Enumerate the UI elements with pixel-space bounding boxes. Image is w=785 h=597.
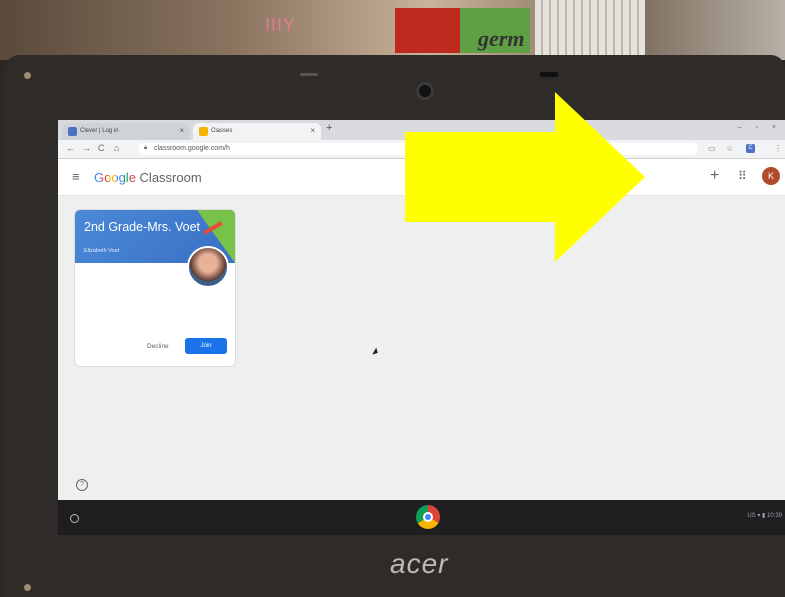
classroom-logo[interactable]: Google Classroom — [94, 170, 202, 185]
background-papers — [535, 0, 645, 55]
hamburger-menu-icon[interactable]: ≡ — [72, 169, 80, 184]
lock-icon: 🔒︎ — [144, 145, 148, 151]
launcher-icon[interactable] — [70, 514, 79, 523]
new-tab-button[interactable]: + — [326, 122, 332, 134]
back-icon[interactable]: ← — [66, 143, 75, 153]
bookmark-star-icon[interactable]: ☆ — [726, 144, 735, 153]
google-apps-icon[interactable]: ⠿ — [738, 169, 747, 183]
more-options-icon[interactable]: ⋮ — [774, 144, 783, 153]
classroom-icon — [199, 127, 208, 136]
cast-icon[interactable]: ▭ — [708, 144, 717, 153]
chromeos-shelf: US ▾ ▮ 10:39 — [58, 500, 785, 535]
yellow-arrow-annotation — [405, 92, 645, 262]
home-icon[interactable]: ⌂ — [114, 143, 119, 153]
brand-google: Google — [94, 170, 136, 185]
decline-button[interactable]: Decline — [147, 343, 169, 350]
account-avatar[interactable]: K — [762, 167, 780, 185]
tab-classes[interactable]: Classes × — [193, 123, 321, 140]
close-icon[interactable]: × — [179, 126, 184, 135]
close-icon[interactable]: × — [310, 126, 315, 135]
clever-icon — [68, 127, 77, 136]
teacher-name: Elizabeth Voet — [84, 248, 120, 254]
bezel-mark — [300, 73, 318, 76]
bezel-screw — [24, 584, 31, 591]
chrome-icon-center — [423, 512, 433, 522]
reload-icon[interactable]: C — [98, 143, 105, 153]
chrome-icon[interactable] — [416, 505, 440, 529]
bezel-screw — [24, 72, 31, 79]
tab-clever[interactable]: Clever | Log in × — [62, 123, 190, 140]
yellow-arrow-shape — [405, 92, 645, 262]
mouse-cursor — [372, 347, 380, 357]
background-wall — [0, 0, 785, 60]
join-button[interactable]: Join — [185, 338, 227, 354]
teacher-avatar — [187, 246, 229, 288]
help-icon[interactable]: ? — [76, 479, 88, 491]
tab-label: Clever | Log in — [80, 128, 119, 134]
url-text: classroom.google.com/h — [154, 145, 230, 152]
profile-extension-icon[interactable]: C — [746, 144, 755, 153]
background-red-box — [395, 8, 465, 53]
window-controls[interactable]: – ▫ × — [738, 124, 782, 131]
class-invite-card: 2nd Grade-Mrs. Voet Elizabeth Voet Decli… — [74, 209, 236, 367]
class-title[interactable]: 2nd Grade-Mrs. Voet — [84, 220, 200, 234]
photo-scene: germ IIIY Clever | Log in × Classes × + … — [0, 0, 785, 597]
forward-icon[interactable]: → — [82, 143, 91, 153]
background-box-text: germ — [478, 26, 525, 51]
background-pink-text: IIIY — [265, 15, 297, 35]
bezel-sensor — [540, 72, 558, 77]
status-tray[interactable]: US ▾ ▮ 10:39 — [747, 512, 782, 519]
add-class-icon[interactable]: + — [710, 167, 719, 185]
tab-label: Classes — [211, 128, 233, 134]
acer-logo: acer — [390, 548, 449, 579]
brand-classroom: Classroom — [139, 170, 202, 185]
